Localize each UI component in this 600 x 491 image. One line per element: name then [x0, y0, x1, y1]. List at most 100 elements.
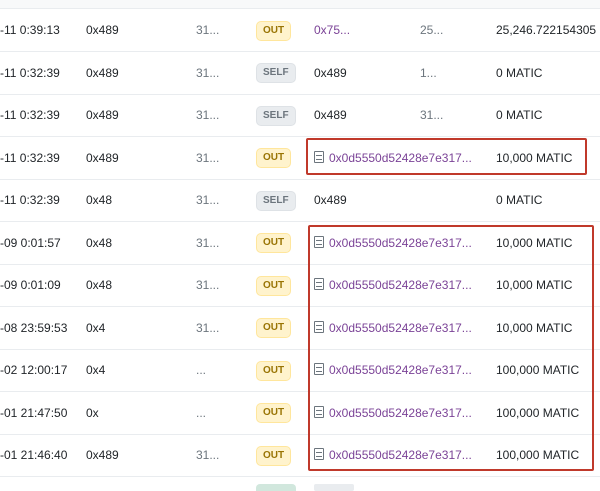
- block-cell: 31...: [196, 65, 220, 80]
- table-row[interactable]: -11 0:32:39 0x48 31... SELF 0x489 0 MATIC: [0, 179, 600, 222]
- document-icon: [314, 448, 324, 460]
- document-icon: [314, 235, 324, 248]
- value-cell: 10,000 MATIC: [496, 150, 573, 165]
- from-address-link[interactable]: 0x4: [86, 307, 120, 349]
- truncated-cell: 25...: [420, 23, 444, 37]
- age-cell: -11 0:39:13: [0, 23, 60, 37]
- to-address-link[interactable]: 0x0d5550d52428e7e317...: [329, 448, 472, 462]
- to-address-cell[interactable]: 0x0d5550d52428e7e317...: [314, 264, 484, 306]
- block-cell: 31...: [196, 320, 220, 335]
- age-cell: -01 21:47:50: [0, 405, 68, 420]
- age-cell: -11 0:32:39: [0, 150, 60, 165]
- table-row[interactable]: -09 0:01:57 0x48 31... OUT 0x0d5550d52428e7e…: [0, 222, 600, 265]
- document-icon: [314, 405, 324, 418]
- table-row[interactable]: -11 0:32:39 0x489 31... OUT 0x0d5550d52428e7…: [0, 137, 600, 180]
- to-address-cell[interactable]: 0x0d5550d52428e7e317...: [314, 434, 484, 476]
- to-address-link[interactable]: 0x0d5550d52428e7e317...: [329, 321, 472, 335]
- direction-cell: OUT: [256, 392, 296, 434]
- block-cell: 31...: [196, 278, 220, 292]
- to-address-link[interactable]: 0x0d5550d52428e7e317...: [329, 236, 472, 250]
- next-row-partial: [0, 478, 600, 491]
- to-address-link[interactable]: 0x75...: [314, 23, 350, 37]
- direction-cell: OUT: [256, 349, 296, 391]
- direction-cell: OUT: [256, 137, 296, 179]
- age-cell: -11 0:32:39: [0, 193, 60, 207]
- direction-cell: OUT: [256, 264, 296, 306]
- table-row[interactable]: -01 21:46:40 0x489 31... OUT 0x0d5550d52428e…: [0, 434, 600, 477]
- to-address-cell[interactable]: 0x0d5550d52428e7e317...: [314, 349, 484, 391]
- from-address-link[interactable]: 0x48: [86, 264, 120, 306]
- to-address-link[interactable]: 0x489: [314, 66, 347, 80]
- value-cell: 25,246.722154305: [496, 23, 597, 37]
- out-badge: OUT: [256, 148, 292, 169]
- from-address-link[interactable]: 0x48: [86, 222, 120, 264]
- table-row[interactable]: -08 23:59:53 0x4 31... OUT 0x0d5550d52428e7e…: [0, 307, 600, 350]
- block-cell: 31...: [196, 448, 220, 462]
- out-badge: OUT: [256, 318, 292, 339]
- block-cell: 31...: [196, 235, 220, 250]
- from-address-link[interactable]: 0x489: [86, 137, 120, 179]
- document-icon: [314, 363, 324, 375]
- age-cell: -09 0:01:09: [0, 278, 61, 292]
- to-address-link[interactable]: 0x0d5550d52428e7e317...: [329, 363, 472, 377]
- document-icon: [314, 278, 324, 290]
- table-row[interactable]: -02 12:00:17 0x4... OUT 0x0d5550d52428e7e31…: [0, 349, 600, 392]
- to-address-link[interactable]: 0x0d5550d52428e7e317...: [329, 151, 472, 165]
- out-badge: OUT: [256, 445, 292, 466]
- direction-cell: SELF: [256, 94, 296, 136]
- to-address-cell[interactable]: 0x0d5550d52428e7e317...: [314, 392, 484, 434]
- value-cell: 10,000 MATIC: [496, 235, 573, 250]
- from-address-link[interactable]: 0x4: [86, 349, 120, 391]
- value-cell: 0 MATIC: [496, 193, 543, 207]
- value-cell: 10,000 MATIC: [496, 320, 573, 335]
- from-address-link[interactable]: 0x489: [86, 94, 120, 136]
- direction-cell: OUT: [256, 9, 296, 51]
- value-cell: 0 MATIC: [496, 65, 543, 80]
- from-address-link[interactable]: 0x489: [86, 434, 120, 476]
- to-address-link[interactable]: 0x489: [314, 193, 347, 207]
- out-badge: OUT: [256, 20, 292, 41]
- age-cell: -08 23:59:53: [0, 320, 68, 335]
- to-address-link[interactable]: 0x0d5550d52428e7e317...: [329, 278, 472, 292]
- direction-cell: SELF: [256, 52, 296, 94]
- direction-cell: SELF: [256, 179, 296, 221]
- out-badge: OUT: [256, 403, 292, 424]
- value-cell: 100,000 MATIC: [496, 363, 580, 377]
- direction-cell: OUT: [256, 307, 296, 349]
- to-address-cell[interactable]: 0x0d5550d52428e7e317...: [314, 222, 484, 264]
- value-cell: 100,000 MATIC: [496, 448, 580, 462]
- from-address-link[interactable]: 0x489: [86, 9, 120, 51]
- block-cell: 31...: [196, 193, 220, 207]
- direction-cell: OUT: [256, 434, 296, 476]
- table-row[interactable]: -11 0:39:13 0x489 31... OUT 0x75... 25... 25,2…: [0, 9, 600, 52]
- block-cell: ...: [196, 363, 207, 377]
- value-cell: 10,000 MATIC: [496, 278, 573, 292]
- to-address-cell[interactable]: 0x0d5550d52428e7e317...: [314, 137, 484, 179]
- transactions-table: -11 0:39:13 0x489 31... OUT 0x75... 25... 25,2…: [0, 0, 600, 491]
- out-badge: OUT: [256, 360, 292, 381]
- out-badge: OUT: [256, 275, 292, 296]
- truncated-cell: 1...: [420, 65, 437, 80]
- age-cell: -11 0:32:39: [0, 65, 60, 80]
- from-address-link[interactable]: 0x48: [86, 179, 120, 221]
- table-row[interactable]: -09 0:01:09 0x48 31... OUT 0x0d5550d52428e7e…: [0, 264, 600, 307]
- truncated-cell: 31...: [420, 108, 444, 122]
- direction-cell: OUT: [256, 222, 296, 264]
- to-address-link[interactable]: 0x0d5550d52428e7e317...: [329, 406, 472, 420]
- from-address-link[interactable]: 0x: [86, 392, 120, 434]
- to-address-cell[interactable]: 0x0d5550d52428e7e317...: [314, 307, 484, 349]
- out-badge: OUT: [256, 233, 292, 254]
- from-address-link[interactable]: 0x489: [86, 52, 120, 94]
- self-badge: SELF: [256, 105, 296, 126]
- to-address-link[interactable]: 0x489: [314, 108, 347, 122]
- document-icon: [314, 150, 324, 163]
- to-address-cell[interactable]: 0x489: [314, 179, 484, 221]
- table-row[interactable]: -01 21:47:50 0x... OUT 0x0d5550d52428e7e317…: [0, 392, 600, 435]
- block-cell: ...: [196, 405, 207, 420]
- table-row[interactable]: -11 0:32:39 0x489 31... SELF 0x489 1... 0 MATI…: [0, 52, 600, 95]
- self-badge: SELF: [256, 63, 296, 84]
- value-cell: 100,000 MATIC: [496, 405, 580, 420]
- table-row[interactable]: -11 0:32:39 0x489 31... SELF 0x489 31... 0 MAT…: [0, 94, 600, 137]
- value-cell: 0 MATIC: [496, 108, 543, 122]
- block-cell: 31...: [196, 23, 220, 37]
